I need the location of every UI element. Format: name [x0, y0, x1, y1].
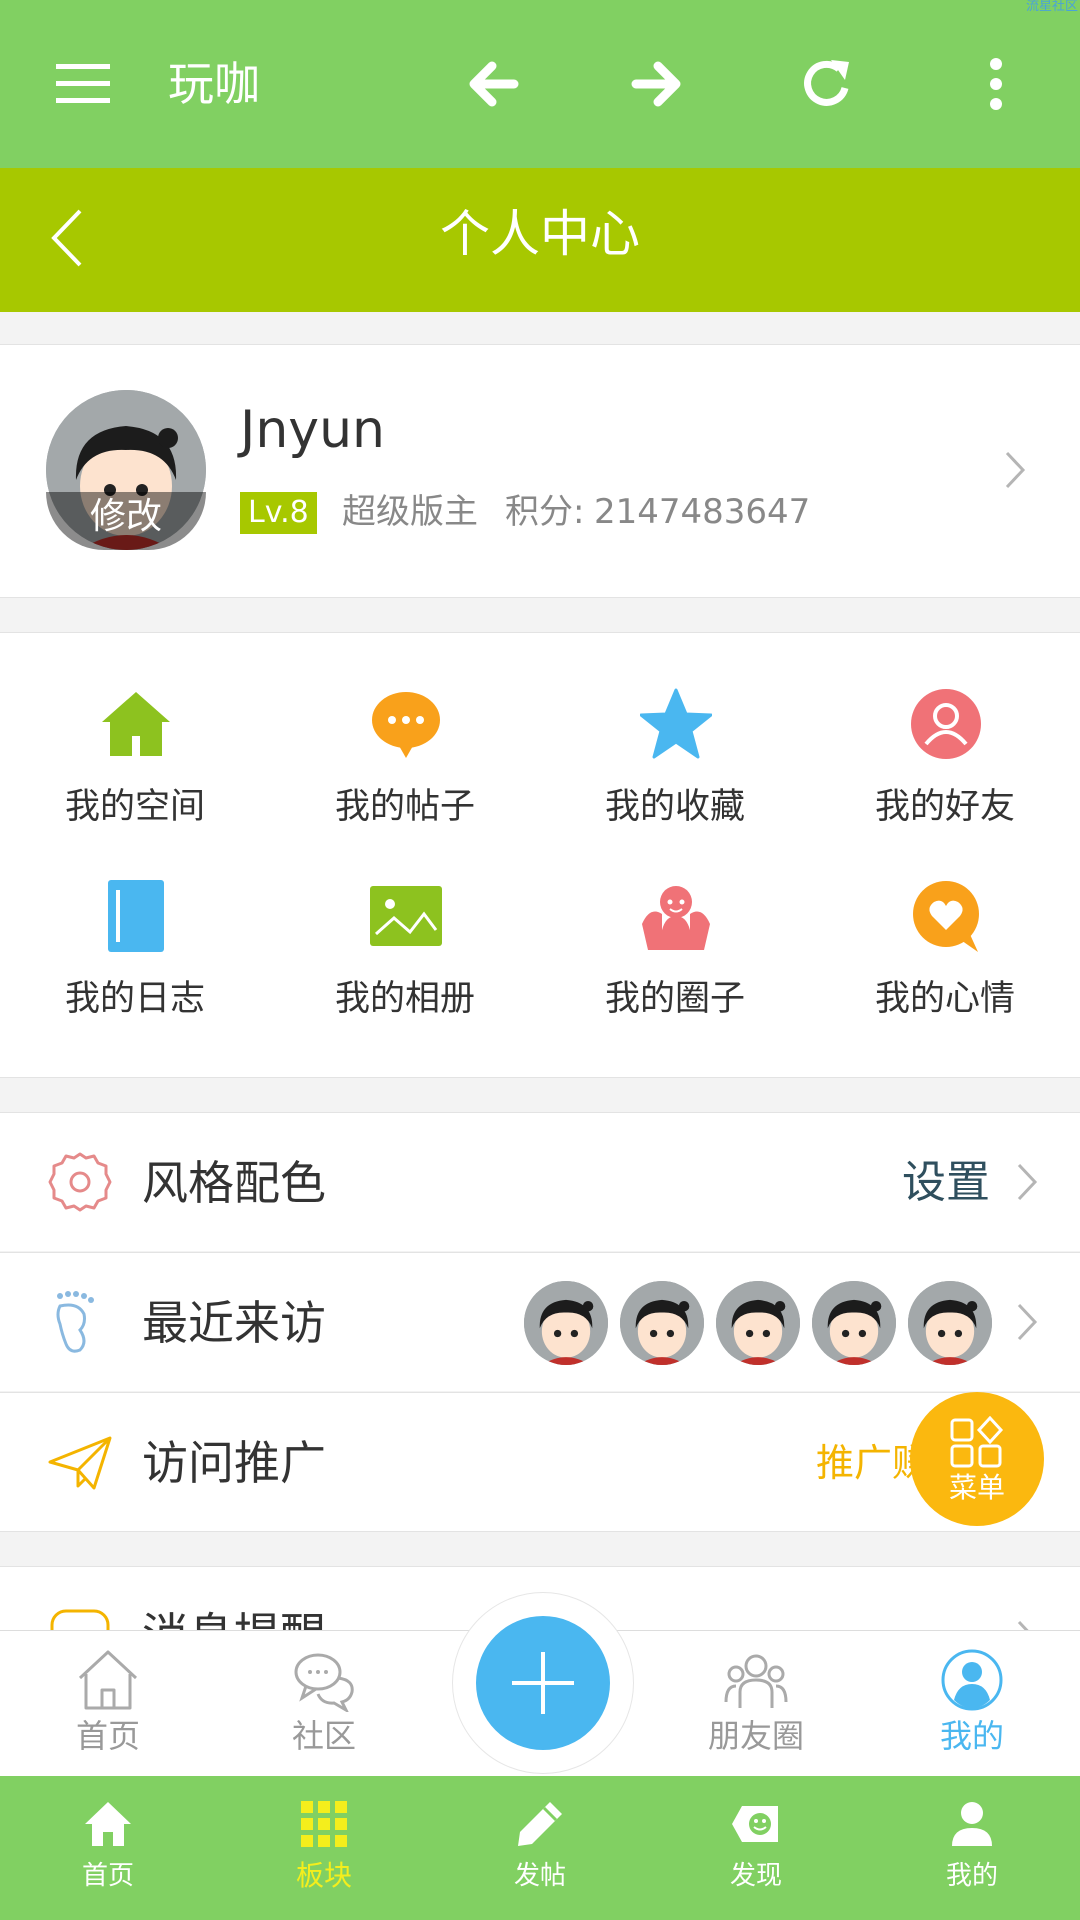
grid-item-label: 我的心情	[874, 979, 1015, 1019]
nav-sections[interactable]: 板块	[259, 1800, 389, 1910]
arrow-right-icon[interactable]	[628, 54, 688, 114]
nav-label: 我的	[945, 1861, 998, 1891]
grid-item-my-album[interactable]: 我的相册	[270, 880, 540, 1050]
chat-outline-icon	[292, 1648, 356, 1712]
chevron-right-icon	[1016, 1302, 1038, 1342]
style-setting-value: 设置	[902, 1157, 990, 1208]
visitor-avatar[interactable]	[524, 1281, 608, 1365]
tab-home[interactable]: 首页	[48, 1640, 168, 1770]
visitor-avatar[interactable]	[908, 1281, 992, 1365]
nav-post[interactable]: 发帖	[475, 1800, 605, 1910]
grid-item-my-space[interactable]: 我的空间	[0, 688, 270, 858]
grid-item-label: 我的相册	[334, 979, 475, 1019]
recent-visitors-row[interactable]: 最近来访	[0, 1252, 1080, 1391]
nav-label: 发帖	[513, 1861, 566, 1891]
message-icon	[48, 1607, 112, 1631]
grid-item-label: 我的好友	[874, 787, 1015, 827]
grid-item-my-mood[interactable]: 我的心情	[810, 880, 1080, 1050]
nav-discover[interactable]: 发现	[691, 1800, 821, 1910]
more-vertical-icon[interactable]	[966, 54, 1026, 114]
level-badge: Lv.8	[240, 492, 317, 534]
user-circle-icon	[910, 688, 982, 760]
floating-menu-label: 菜单	[948, 1471, 1005, 1504]
menu-icon[interactable]	[54, 62, 112, 106]
visitor-avatar[interactable]	[812, 1281, 896, 1365]
nav-label: 首页	[81, 1861, 134, 1891]
tab-label: 朋友圈	[707, 1717, 804, 1755]
app-title: 玩咖	[168, 57, 260, 111]
nav-label: 发现	[729, 1861, 782, 1891]
footprint-icon	[48, 1290, 112, 1354]
add-post-button[interactable]	[476, 1616, 610, 1750]
grid-item-label: 我的帖子	[334, 787, 475, 827]
tab-friends-circle[interactable]: 朋友圈	[696, 1640, 816, 1770]
row-label: 访问推广	[142, 1436, 326, 1490]
grid-item-my-favorites[interactable]: 我的收藏	[540, 688, 810, 858]
plus-icon	[508, 1648, 578, 1718]
pencil-icon	[516, 1800, 564, 1848]
tab-label: 我的	[939, 1717, 1004, 1755]
user-outline-icon	[940, 1648, 1004, 1712]
home-icon	[100, 688, 172, 760]
grid-item-my-diary[interactable]: 我的日志	[0, 880, 270, 1050]
grid-item-label: 我的圈子	[604, 979, 745, 1019]
chevron-right-icon	[1004, 450, 1026, 490]
refresh-icon[interactable]	[797, 54, 857, 114]
row-label: 最近来访	[142, 1296, 326, 1350]
discover-tag-icon	[732, 1800, 780, 1848]
chevron-right-icon	[1016, 1162, 1038, 1202]
visitor-avatar[interactable]	[716, 1281, 800, 1365]
chat-bubble-icon	[370, 688, 442, 760]
paper-plane-icon	[48, 1430, 112, 1494]
row-label: 消息提醒	[142, 1605, 326, 1631]
grid-item-label: 我的收藏	[604, 787, 745, 827]
nav-label: 板块	[295, 1859, 352, 1892]
grid-item-label: 我的空间	[64, 787, 205, 827]
home-outline-icon	[76, 1648, 140, 1712]
floating-menu-button[interactable]: 菜单	[910, 1392, 1044, 1526]
points-value: 2147483647	[594, 492, 811, 532]
visitor-avatar[interactable]	[620, 1281, 704, 1365]
grid-item-my-friends[interactable]: 我的好友	[810, 688, 1080, 858]
apps-icon	[950, 1416, 1004, 1470]
row-label: 风格配色	[142, 1156, 326, 1210]
arrow-left-icon[interactable]	[462, 54, 522, 114]
role-text: 超级版主	[342, 492, 478, 532]
image-icon	[370, 880, 442, 952]
star-icon	[640, 688, 712, 760]
grid-item-my-circle[interactable]: 我的圈子	[540, 880, 810, 1050]
nav-mine[interactable]: 我的	[907, 1800, 1037, 1910]
app-bar	[0, 0, 1080, 168]
grid-icon	[300, 1800, 348, 1848]
gear-icon	[48, 1150, 112, 1214]
user-solid-icon	[948, 1800, 996, 1848]
username: Jnyun	[240, 400, 385, 460]
tab-mine[interactable]: 我的	[912, 1640, 1032, 1770]
tab-community[interactable]: 社区	[264, 1640, 384, 1770]
tab-label: 社区	[291, 1717, 356, 1755]
friends-outline-icon	[724, 1648, 788, 1712]
heart-bubble-icon	[910, 880, 982, 952]
nav-home[interactable]: 首页	[43, 1800, 173, 1910]
watermark: 流星社区	[1025, 0, 1078, 14]
grid-item-my-posts[interactable]: 我的帖子	[270, 688, 540, 858]
page-title: 个人中心	[440, 205, 640, 263]
group-icon	[640, 880, 712, 952]
points-label: 积分:	[505, 492, 585, 532]
style-color-row[interactable]: 风格配色 设置	[0, 1112, 1080, 1251]
tab-label: 首页	[75, 1717, 140, 1755]
home-solid-icon	[84, 1800, 132, 1848]
grid-item-label: 我的日志	[64, 979, 205, 1019]
notebook-icon	[100, 880, 172, 952]
